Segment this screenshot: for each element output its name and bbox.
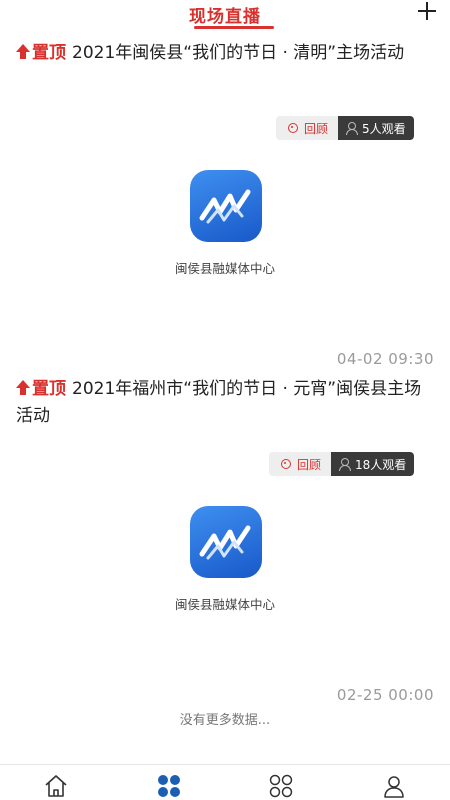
tab-home[interactable]: [43, 773, 69, 799]
logo-caption: 闽侯县融媒体中心: [174, 597, 275, 612]
tab-profile[interactable]: [381, 773, 407, 799]
replay-badge[interactable]: 回顾: [269, 452, 332, 476]
views-badge: 5人观看: [338, 116, 414, 140]
no-more-data-message: 没有更多数据...: [179, 713, 271, 728]
live-item-time: 02-25 00:00: [336, 686, 434, 704]
replay-icon: [281, 459, 291, 469]
people-icon: [339, 458, 352, 471]
people-icon: [346, 122, 359, 135]
pinned-label: 置顶: [16, 379, 66, 399]
live-thumbnail[interactable]: 闽侯县融媒体中心: [0, 150, 450, 310]
user-icon: [384, 776, 404, 798]
live-item-title-row[interactable]: 置顶 2021年闽侯县“我们的节日 · 清明”主场活动: [16, 40, 436, 67]
pin-arrow-icon: [16, 44, 30, 60]
logo-caption: 闽侯县融媒体中心: [174, 261, 275, 276]
top-header: 现场直播: [0, 0, 450, 30]
grid-circles-icon: [269, 774, 293, 798]
title-underline: [194, 26, 274, 29]
live-item-title-row[interactable]: 置顶 2021年福州市“我们的节日 · 元宵”闽侯县主场活动: [16, 376, 436, 430]
status-badges: 回顾 5人观看: [276, 116, 414, 140]
status-badges: 回顾 18人观看: [269, 452, 415, 476]
media-center-logo: [190, 170, 262, 242]
tab-services[interactable]: [268, 773, 294, 799]
media-center-logo: [190, 506, 262, 578]
live-item[interactable]: 置顶 2021年福州市“我们的节日 · 元宵”闽侯县主场活动 回顾 18人观看 闽…: [0, 376, 450, 706]
live-thumbnail[interactable]: 闽侯县融媒体中心: [0, 486, 450, 646]
live-item-title: 2021年闽侯县“我们的节日 · 清明”主场活动: [72, 43, 405, 63]
home-icon: [45, 775, 67, 797]
live-item-title: 2021年福州市“我们的节日 · 元宵”闽侯县主场活动: [16, 379, 422, 426]
bottom-tab-bar: [0, 764, 450, 800]
live-item[interactable]: 置顶 2021年闽侯县“我们的节日 · 清明”主场活动 回顾 5人观看 闽侯县融媒…: [0, 40, 450, 370]
live-item-time: 04-02 09:30: [336, 350, 434, 368]
pin-arrow-icon: [16, 380, 30, 396]
grid-dots-icon: [158, 775, 180, 797]
add-icon[interactable]: [416, 0, 438, 22]
views-badge: 18人观看: [331, 452, 415, 476]
pinned-label: 置顶: [16, 43, 66, 63]
replay-badge[interactable]: 回顾: [276, 116, 339, 140]
tab-live[interactable]: [156, 773, 182, 799]
page-title: 现场直播: [189, 7, 261, 27]
replay-icon: [288, 123, 298, 133]
